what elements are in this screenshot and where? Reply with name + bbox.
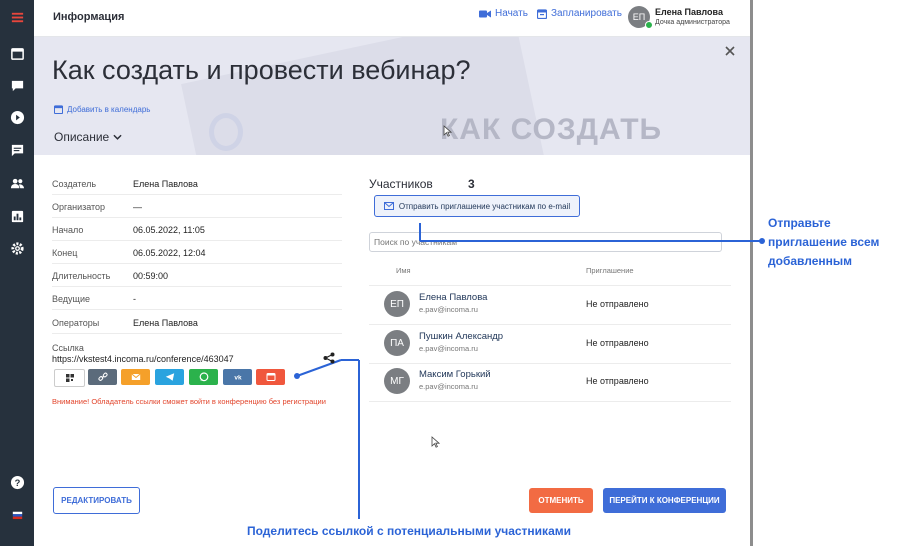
annotation-lines xyxy=(294,223,765,519)
share-icon xyxy=(323,352,335,364)
invite-annotation-line2: приглашение всем xyxy=(768,235,880,249)
share-annotation: Поделитесь ссылкой с потенциальными учас… xyxy=(247,524,571,538)
invite-annotation-line3: добавленным xyxy=(768,254,853,268)
invite-annotation-line1: Отправьте xyxy=(768,216,831,230)
